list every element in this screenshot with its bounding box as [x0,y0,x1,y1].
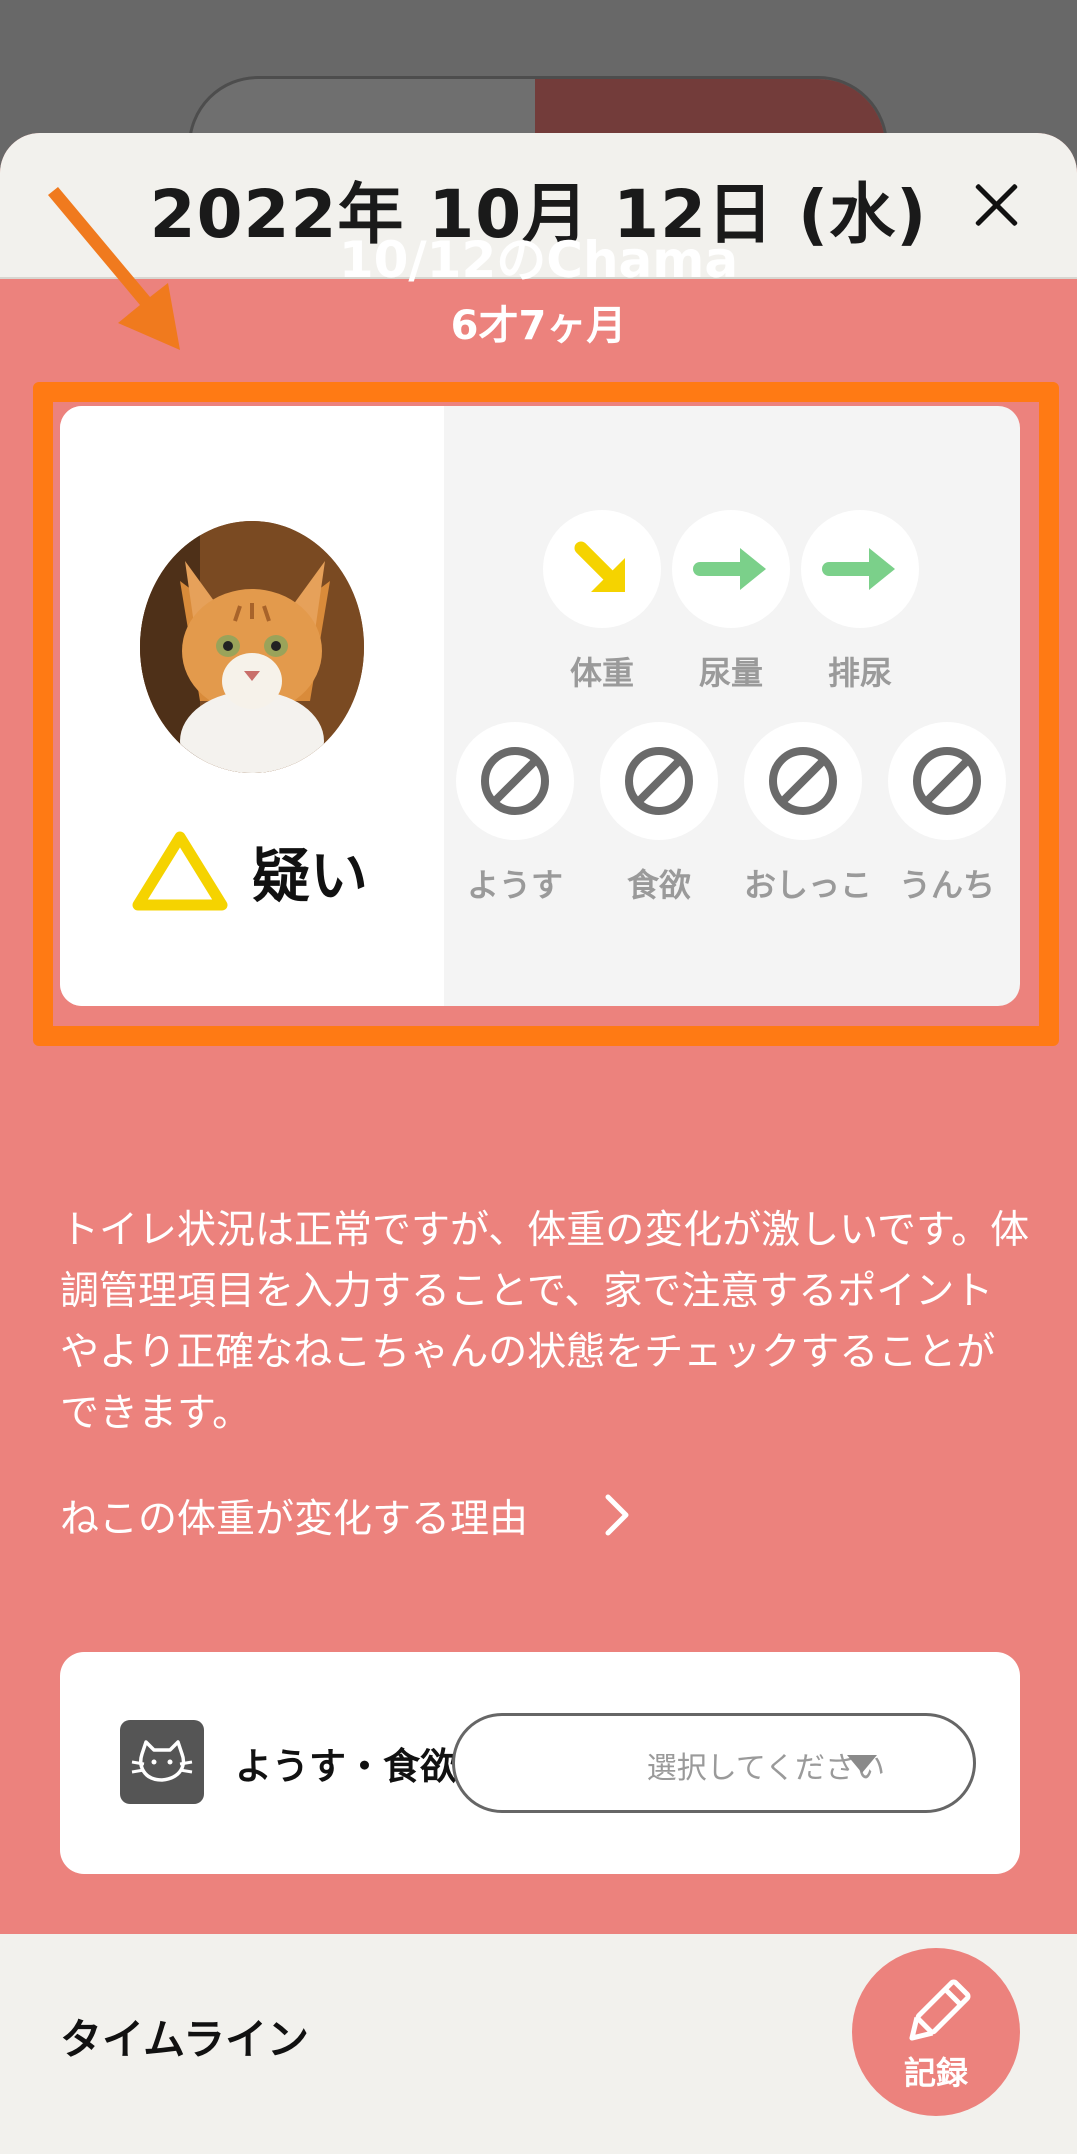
annotation-highlight-frame [33,382,1059,1046]
weight-change-reason-link[interactable]: ねこの体重が変化する理由 [60,1488,528,1544]
chevron-down-icon [847,1755,877,1773]
condition-input-card: ようす・食欲 選択してください [60,1652,1020,1874]
chevron-right-icon[interactable] [600,1493,634,1537]
pet-age: 6才7ヶ月 [450,303,627,349]
status-description: トイレ状況は正常ですが、体重の変化が激しいです。体調管理項目を入力することで、家… [60,1208,1030,1436]
condition-appetite-label: ようす・食欲 [235,1745,457,1788]
condition-select[interactable]: 選択してください [452,1713,976,1813]
record-button[interactable]: 記録 [852,1948,1020,2116]
pet-day-title: 10/12のChama [338,231,739,289]
timeline-tab[interactable]: タイムライン [60,2006,309,2067]
record-label: 記録 [903,2054,968,2092]
cat-face-icon [120,1720,204,1804]
select-placeholder: 選択してください [646,1751,885,1786]
